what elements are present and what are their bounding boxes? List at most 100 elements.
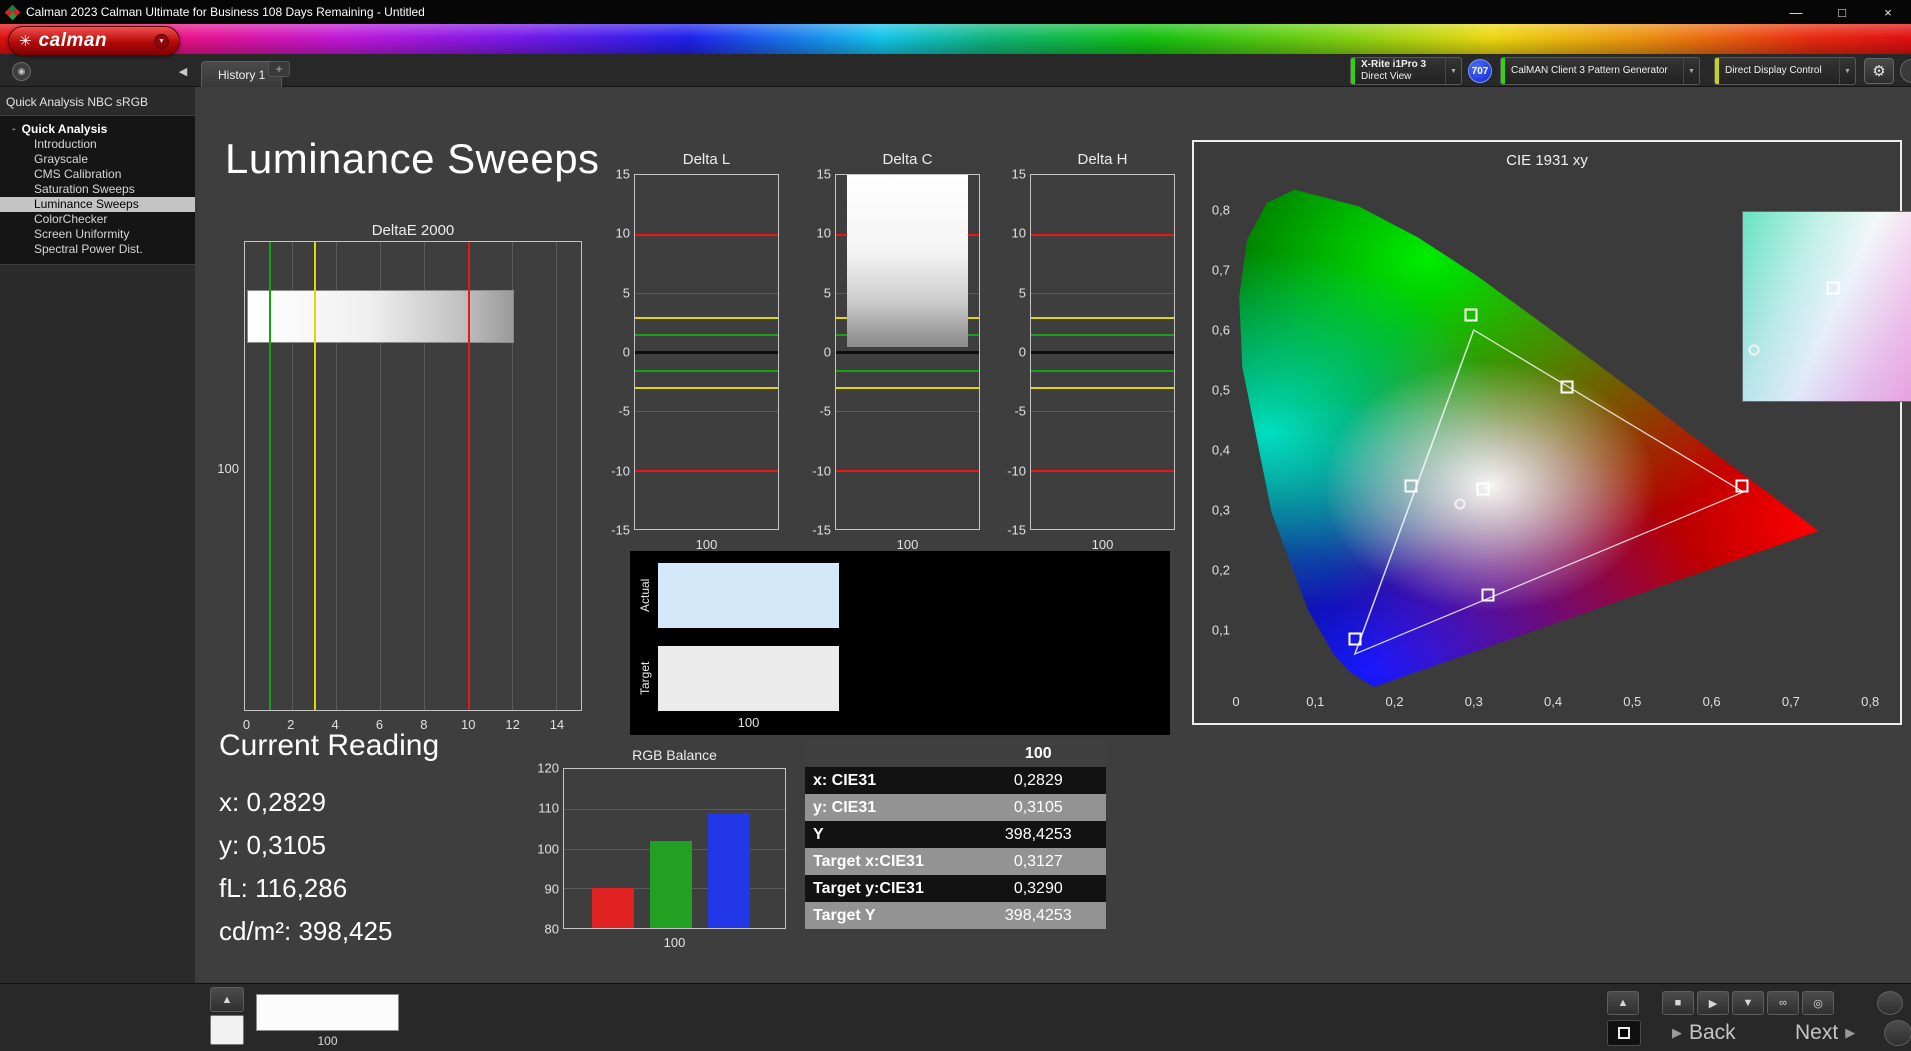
cie-point-square bbox=[1348, 633, 1361, 646]
tick-label: 0,4 bbox=[1544, 694, 1562, 709]
tick-label: 5 bbox=[1019, 285, 1026, 300]
gridline bbox=[1031, 411, 1174, 412]
link-button[interactable]: ∞ bbox=[1767, 991, 1799, 1015]
guide-line bbox=[635, 470, 778, 472]
source-status-accent bbox=[1501, 58, 1505, 84]
settings-gear-button[interactable]: ⚙ bbox=[1864, 58, 1894, 84]
zero-line bbox=[635, 351, 778, 354]
toolbar: ◉ ◀ History 1 + X-Rite i1Pro 3 Direct Vi… bbox=[0, 54, 1911, 87]
chevron-down-icon: ▼ bbox=[1683, 58, 1699, 84]
guide-line bbox=[1031, 334, 1174, 336]
tick-label: 0,2 bbox=[1212, 563, 1230, 578]
pin-button[interactable]: ◉ bbox=[12, 62, 31, 81]
partial-button[interactable] bbox=[1877, 991, 1903, 1015]
gridline bbox=[556, 242, 557, 710]
meter-dropdown[interactable]: X-Rite i1Pro 3 Direct View ▼ bbox=[1350, 57, 1462, 85]
partial-circle-button[interactable] bbox=[1884, 1020, 1911, 1046]
tick-label: 0,8 bbox=[1212, 203, 1230, 218]
delta-l-plot bbox=[634, 174, 779, 530]
tick-label: 12 bbox=[505, 717, 519, 732]
rgb-bar-R bbox=[592, 888, 634, 928]
tick-label: 0 bbox=[1019, 345, 1026, 360]
tick-label: -10 bbox=[812, 463, 831, 478]
delta-c-bar bbox=[847, 175, 967, 347]
delta-l-x-category: 100 bbox=[634, 537, 779, 552]
table-row: y: CIE310,3105 bbox=[805, 794, 1106, 821]
white-pattern-button[interactable] bbox=[210, 1015, 244, 1045]
tick-label: 0,1 bbox=[1306, 694, 1324, 709]
sidebar-item-saturation-sweeps[interactable]: Saturation Sweeps bbox=[0, 182, 195, 197]
sidebar-item-screen-uniformity[interactable]: Screen Uniformity bbox=[0, 227, 195, 242]
tick-label: 10 bbox=[461, 717, 475, 732]
toolbar-partial-button[interactable] bbox=[1900, 59, 1911, 83]
tree-root-quick-analysis[interactable]: - Quick Analysis bbox=[0, 121, 195, 137]
minimize-button[interactable]: — bbox=[1773, 0, 1819, 24]
stop-button[interactable]: ■ bbox=[1662, 991, 1694, 1015]
tick-label: 0,4 bbox=[1212, 443, 1230, 458]
sidebar-item-luminance-sweeps[interactable]: Luminance Sweeps bbox=[0, 197, 195, 212]
rgb-balance-plot bbox=[563, 768, 786, 929]
table-header-100: 100 bbox=[971, 740, 1106, 767]
gridline bbox=[1031, 293, 1174, 294]
tick-label: 0,8 bbox=[1861, 694, 1879, 709]
reading-fl: fL: 116,286 bbox=[219, 867, 439, 910]
pattern-window-button[interactable]: ▲ bbox=[210, 987, 244, 1012]
gridline bbox=[836, 411, 979, 412]
actual-label: Actual bbox=[638, 563, 652, 628]
guide-line bbox=[269, 242, 271, 710]
maximize-button[interactable]: □ bbox=[1819, 0, 1865, 24]
guide-line bbox=[836, 470, 979, 472]
next-button[interactable]: Next ▶ bbox=[1795, 1018, 1855, 1048]
sidebar-item-introduction[interactable]: Introduction bbox=[0, 137, 195, 152]
meter-name: X-Rite i1Pro 3 bbox=[1361, 59, 1426, 70]
delta-h-x-category: 100 bbox=[1030, 537, 1175, 552]
inset-target-square bbox=[1826, 281, 1839, 294]
tick-label: 0,7 bbox=[1782, 694, 1800, 709]
brand-name: calman bbox=[39, 30, 107, 52]
add-tab-button[interactable]: + bbox=[268, 61, 290, 77]
tick-label: -10 bbox=[1007, 463, 1026, 478]
guide-line bbox=[635, 370, 778, 372]
page-title: Luminance Sweeps bbox=[225, 135, 600, 183]
cie-x-axis: 00,10,20,30,40,50,60,70,8 bbox=[1236, 694, 1886, 712]
close-button[interactable]: × bbox=[1865, 0, 1911, 24]
actual-swatch bbox=[658, 563, 839, 628]
window-title: Calman 2023 Calman Ultimate for Business… bbox=[26, 5, 425, 19]
calman-menu-button[interactable]: ✳ calman ▼ bbox=[8, 26, 180, 56]
pattern-generator-dropdown[interactable]: CalMAN Client 3 Pattern Generator ▼ bbox=[1500, 57, 1700, 85]
back-button[interactable]: ▶ Back bbox=[1672, 1018, 1736, 1048]
meter-mode: Direct View bbox=[1361, 71, 1411, 82]
sidebar-item-colorchecker[interactable]: ColorChecker bbox=[0, 212, 195, 227]
tick-label: 100 bbox=[537, 841, 559, 856]
guide-line bbox=[1031, 317, 1174, 319]
play-button[interactable]: ▶ bbox=[1697, 991, 1729, 1015]
display-control-dropdown[interactable]: Direct Display Control ▼ bbox=[1714, 57, 1856, 85]
sidebar-item-grayscale[interactable]: Grayscale bbox=[0, 152, 195, 167]
guide-line bbox=[1031, 387, 1174, 389]
eject-button[interactable]: ▲ bbox=[1607, 991, 1639, 1015]
cie-point-square bbox=[1465, 309, 1478, 322]
zero-line bbox=[836, 351, 979, 354]
tick-label: -10 bbox=[611, 463, 630, 478]
guide-line bbox=[635, 387, 778, 389]
pattern-toggle-button[interactable] bbox=[1607, 1020, 1641, 1046]
rgb-bar-B bbox=[708, 813, 750, 928]
tick-label: 0,3 bbox=[1212, 503, 1230, 518]
delta-c-title: Delta C bbox=[835, 151, 980, 168]
tick-label: 0,1 bbox=[1212, 623, 1230, 638]
tick-label: 120 bbox=[537, 761, 559, 776]
tick-label: -5 bbox=[819, 404, 831, 419]
cie-point-square bbox=[1482, 589, 1495, 602]
sidebar-item-spectral-power-dist[interactable]: Spectral Power Dist. bbox=[0, 242, 195, 257]
sidebar-collapse-icon[interactable]: ◀ bbox=[176, 64, 190, 78]
target-button[interactable]: ◎ bbox=[1802, 991, 1834, 1015]
sidebar-item-cms-calibration[interactable]: CMS Calibration bbox=[0, 167, 195, 182]
reading-x: x: 0,2829 bbox=[219, 781, 439, 824]
meter-status-accent bbox=[1351, 58, 1355, 84]
target-swatch bbox=[658, 646, 839, 711]
app-icon bbox=[5, 4, 21, 20]
chevron-down-icon: ▼ bbox=[1839, 58, 1855, 84]
save-button[interactable]: ▼ bbox=[1732, 991, 1764, 1015]
tick-label: 15 bbox=[1012, 167, 1026, 182]
inset-reading-point bbox=[1749, 344, 1760, 355]
